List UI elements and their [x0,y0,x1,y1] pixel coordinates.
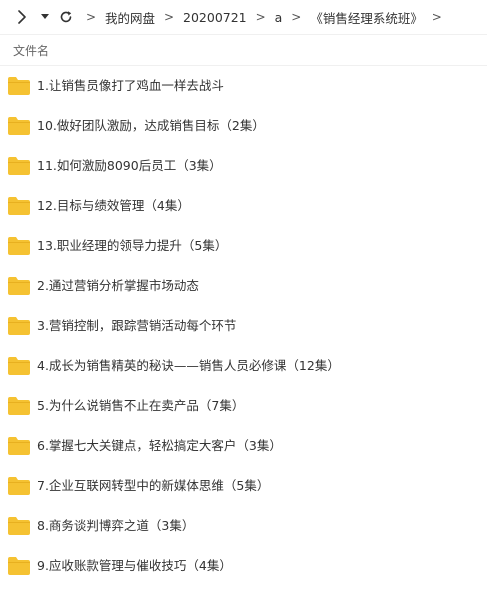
file-name: 11.如何激励8090后员工（3集） [37,158,222,173]
file-name: 5.为什么说销售不止在卖产品（7集） [37,398,245,413]
list-item[interactable]: 3.营销控制，跟踪营销活动每个环节 [0,306,487,346]
folder-icon [8,357,30,375]
file-name: 12.目标与绩效管理（4集） [37,198,190,213]
file-name: 10.做好团队激励，达成销售目标（2集） [37,118,265,133]
folder-icon [8,117,30,135]
refresh-button[interactable] [56,0,76,34]
list-item[interactable]: 11.如何激励8090后员工（3集） [0,146,487,186]
column-header-name[interactable]: 文件名 [13,42,49,59]
folder-icon [8,237,30,255]
list-item[interactable]: 12.目标与绩效管理（4集） [0,186,487,226]
list-item[interactable]: 10.做好团队激励，达成销售目标（2集） [0,106,487,146]
chevron-right-icon: > [255,10,266,24]
file-list: 1.让销售员像打了鸡血一样去战斗 10.做好团队激励，达成销售目标（2集） 11… [0,66,487,586]
folder-icon [8,197,30,215]
folder-icon [8,397,30,415]
list-item[interactable]: 8.商务谈判博弈之道（3集） [0,506,487,546]
file-name: 2.通过营销分析掌握市场动态 [37,278,199,293]
list-item[interactable]: 9.应收账款管理与催收技巧（4集） [0,546,487,586]
file-name: 1.让销售员像打了鸡血一样去战斗 [37,78,224,93]
file-name: 9.应收账款管理与催收技巧（4集） [37,558,232,573]
list-item[interactable]: 6.掌握七大关键点，轻松搞定大客户（3集） [0,426,487,466]
history-dropdown-button[interactable] [38,0,52,34]
file-name: 7.企业互联网转型中的新媒体思维（5集） [37,478,270,493]
file-name: 6.掌握七大关键点，轻松搞定大客户（3集） [37,438,282,453]
column-header: 文件名 [0,34,487,66]
folder-icon [8,437,30,455]
list-item[interactable]: 1.让销售员像打了鸡血一样去战斗 [0,66,487,106]
folder-icon [8,277,30,295]
breadcrumb-item-my-drive[interactable]: 我的网盘 [102,8,158,27]
forward-button[interactable] [12,0,32,34]
breadcrumb-item-current-folder[interactable]: 《销售经理系统班》 [307,8,426,27]
folder-icon [8,477,30,495]
list-item[interactable]: 13.职业经理的领导力提升（5集） [0,226,487,266]
file-name: 4.成长为销售精英的秘诀——销售人员必修课（12集） [37,358,340,373]
list-item[interactable]: 7.企业互联网转型中的新媒体思维（5集） [0,466,487,506]
breadcrumb-item-a[interactable]: a [272,10,286,25]
file-name: 3.营销控制，跟踪营销活动每个环节 [37,318,237,333]
chevron-right-icon: > [163,10,175,24]
file-name: 8.商务谈判博弈之道（3集） [37,518,195,533]
toolbar: > 我的网盘 > 20200721 > a > 《销售经理系统班》 > [0,0,487,34]
list-item[interactable]: 4.成长为销售精英的秘诀——销售人员必修课（12集） [0,346,487,386]
breadcrumb: > 我的网盘 > 20200721 > a > 《销售经理系统班》 > [80,0,448,34]
chevron-right-icon: > [85,10,97,24]
breadcrumb-item-20200721[interactable]: 20200721 [180,10,250,25]
folder-icon [8,77,30,95]
file-name: 13.职业经理的领导力提升（5集） [37,238,228,253]
folder-icon [8,557,30,575]
chevron-right-icon[interactable]: > [426,10,448,24]
refresh-icon [60,11,72,23]
chevron-right-icon: > [291,10,302,24]
folder-icon [8,517,30,535]
folder-icon [8,157,30,175]
caret-down-icon [41,14,49,19]
list-item[interactable]: 2.通过营销分析掌握市场动态 [0,266,487,306]
list-item[interactable]: 5.为什么说销售不止在卖产品（7集） [0,386,487,426]
chevron-right-icon [18,10,26,24]
folder-icon [8,317,30,335]
